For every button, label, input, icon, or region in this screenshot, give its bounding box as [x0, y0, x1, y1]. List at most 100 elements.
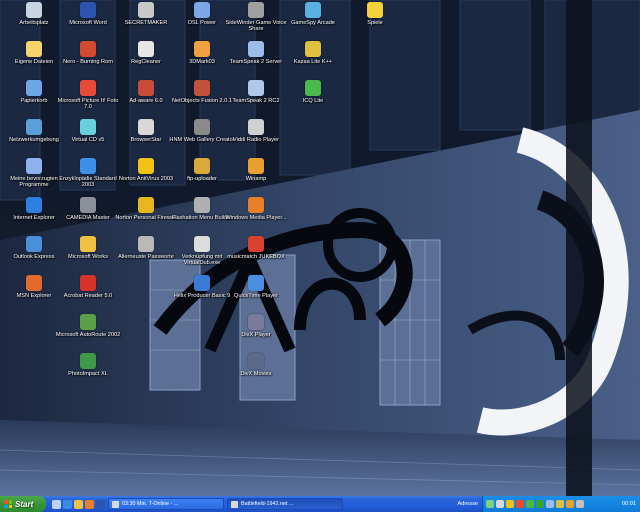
clock-tray-icon[interactable] [576, 500, 584, 508]
desktop-shortcut-label: Microsoft Picture It! Foto 7.0 [57, 98, 119, 111]
desktop-shortcut[interactable]: Ad-aware 6.0 [115, 80, 177, 124]
desktop-shortcut-label: DivX Movies [240, 371, 272, 377]
desktop-shortcut-label: Spiele [367, 20, 383, 26]
norton-icon [138, 158, 154, 174]
desktop-shortcut[interactable]: Spiele [344, 2, 406, 46]
desktop-shortcut[interactable]: CAMEDIA Master [57, 197, 119, 241]
word-icon [80, 2, 96, 18]
key-icon [138, 236, 154, 252]
quicktime-icon [248, 275, 264, 291]
desktop-shortcut[interactable]: TeamSpeak 2 Server [225, 41, 287, 85]
clock[interactable]: 00:01 [622, 501, 636, 507]
kazaa-tray-icon[interactable] [556, 500, 564, 508]
word-quicklaunch-icon[interactable] [96, 499, 105, 509]
computer-icon [26, 2, 42, 18]
desktop-shortcut[interactable]: Allerneuste Passworte [115, 236, 177, 280]
desktop-shortcut[interactable]: QuickTime Player [225, 275, 287, 319]
desktop-shortcut[interactable]: Nero - Burning Rom [57, 41, 119, 85]
desktop-shortcut[interactable]: SECRETMAKER [115, 2, 177, 46]
desktop-shortcut[interactable]: Microsoft AutoRoute 2002 [56, 314, 120, 358]
media-quicklaunch-icon[interactable] [85, 499, 94, 509]
desktop-shortcut[interactable]: Acrobat Reader 5.0 [57, 275, 119, 319]
desktop-shortcut[interactable]: musicmatch JUKEBOX [225, 236, 287, 280]
task-buttons: 03:30 Min. T-Online - ... Battlefield-194… [105, 498, 343, 510]
outlook-quicklaunch-icon[interactable] [74, 499, 83, 509]
ie-quicklaunch-icon[interactable] [63, 499, 72, 509]
flash-icon [194, 197, 210, 213]
kazaa-icon [305, 41, 321, 57]
desktop-shortcut[interactable]: Viddi Radio Player [225, 119, 287, 163]
winamp-tray-icon[interactable] [566, 500, 574, 508]
nero-icon [80, 41, 96, 57]
desktop-shortcut[interactable]: Winamp [225, 158, 287, 202]
recycle-bin-icon [26, 80, 42, 96]
start-button[interactable]: Start [0, 496, 46, 512]
desktop-shortcut[interactable]: PhotoImpact XL [57, 353, 119, 397]
desktop-shortcut-label: Windows Media Player... [225, 215, 287, 221]
start-label: Start [15, 499, 34, 509]
mail-icon [26, 236, 42, 252]
desktop-shortcut-label: Virtual CD v5 [71, 137, 105, 143]
desktop-shortcut[interactable]: DivX Player [225, 314, 287, 358]
fusion-icon [194, 80, 210, 96]
firewall-tray-icon[interactable] [516, 500, 524, 508]
network-icon [26, 119, 42, 135]
desktop-shortcut[interactable]: Microsoft Picture It! Foto 7.0 [57, 80, 119, 124]
desktop-shortcut[interactable]: Enzyklopädie Standard 2003 [57, 158, 119, 202]
desktop-shortcut[interactable]: ICQ Lite [282, 80, 344, 124]
desktop-shortcut[interactable]: RegCleaner [115, 41, 177, 85]
teamspeak-tray-icon[interactable] [546, 500, 554, 508]
adaware-icon [138, 80, 154, 96]
virtualdub-icon [194, 236, 210, 252]
regcleaner-icon [138, 41, 154, 57]
desktop-shortcut[interactable]: Microsoft Works [57, 236, 119, 280]
desktop-shortcut[interactable]: Norton AntiVirus 2003 [115, 158, 177, 202]
shortcut-icon [26, 158, 42, 174]
helix-icon [194, 275, 210, 291]
icq-tray-icon[interactable] [536, 500, 544, 508]
network-tray-icon[interactable] [486, 500, 494, 508]
desktop-shortcut[interactable]: TeamSpeak 2 RC2 [225, 80, 287, 124]
desktop-shortcut-label: Winamp [245, 176, 267, 182]
winamp-icon [248, 158, 264, 174]
task-button[interactable]: 03:30 Min. T-Online - ... [108, 498, 224, 510]
desktop-shortcut[interactable]: SideWinder Game Voice Share [225, 2, 287, 46]
quick-launch-bar [52, 499, 105, 509]
task-button[interactable]: Battlefield-1942.net ... [227, 498, 343, 510]
desktop-shortcut[interactable]: DivX Movies [225, 353, 287, 397]
desktop-shortcut-label: GameSpy Arcade [291, 20, 335, 26]
media-player-icon [248, 197, 264, 213]
firewall-icon [138, 197, 154, 213]
desktop-shortcut-label: Enzyklopädie Standard 2003 [59, 176, 117, 189]
volume-tray-icon[interactable] [496, 500, 504, 508]
radio-icon [248, 119, 264, 135]
desktop-shortcut-label: PhotoImpact XL [68, 371, 108, 377]
desktop-shortcut[interactable]: GameSpy Arcade [282, 2, 344, 46]
taskbar: Start 03:30 Min. T-Online - ... Battlefie… [0, 496, 640, 512]
desktop-shortcut[interactable]: Microsoft Word [57, 2, 119, 46]
desktop-shortcut[interactable]: Windows Media Player... [225, 197, 287, 241]
desktop-shortcut-label: musicmatch JUKEBOX [227, 254, 285, 260]
divx-movies-icon [248, 353, 264, 369]
desktop-shortcut[interactable]: Kazaa Lite K++ [282, 41, 344, 85]
msn-tray-icon[interactable] [526, 500, 534, 508]
autoroute-icon [80, 314, 96, 330]
address-toolbar-label[interactable]: Adresse [457, 501, 478, 507]
desktop-shortcut[interactable]: Virtual CD v5 [57, 119, 119, 163]
encarta-icon [80, 158, 96, 174]
gallery-icon [194, 119, 210, 135]
desktop-shortcut-label: CAMEDIA Master [66, 215, 110, 221]
cd-icon [80, 119, 96, 135]
desktop-shortcut[interactable]: Norton Personal Firewall [115, 197, 177, 241]
divx-icon [248, 314, 264, 330]
works-icon [80, 236, 96, 252]
ie-icon [26, 197, 42, 213]
camera-icon [80, 197, 96, 213]
system-tray: 00:01 [482, 496, 640, 512]
show-desktop-icon[interactable] [52, 499, 61, 509]
desktop-shortcut-label: ICQ Lite [302, 98, 324, 104]
desktop-shortcut[interactable]: BrowserStar [115, 119, 177, 163]
antivirus-tray-icon[interactable] [506, 500, 514, 508]
gamespy-icon [305, 2, 321, 18]
photoimpact-icon [80, 353, 96, 369]
